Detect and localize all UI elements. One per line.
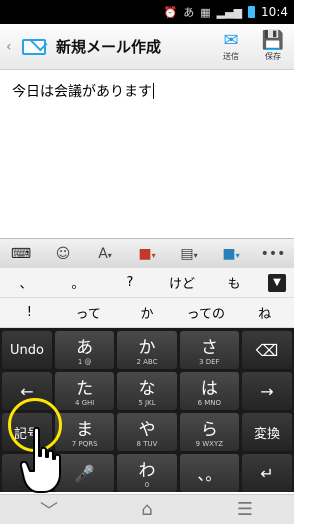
pointing-hand-icon: [20, 426, 61, 493]
enter-icon: ↵: [260, 463, 274, 483]
signal-icon: ▂▄▆: [216, 5, 243, 19]
status-bar: ⏰ あ ▦ ▂▄▆ 10:4: [0, 0, 294, 24]
keyboard-row-1: Undo あ1 @ か2 ABC さ3 DEF ⌫: [2, 331, 292, 369]
chevron-down-icon: ▼: [268, 273, 286, 292]
mail-body-editor[interactable]: 今日は会議があります: [0, 71, 294, 234]
emoji-icon[interactable]: ☺: [44, 246, 82, 262]
back-icon[interactable]: ﹀: [19, 497, 79, 523]
key-na[interactable]: な5 JKL: [117, 372, 177, 410]
key-ta[interactable]: た4 GHI: [55, 372, 115, 410]
keyboard-icon[interactable]: ⌨: [2, 246, 40, 262]
cursor-right-key[interactable]: →: [241, 372, 292, 410]
battery-icon: [248, 6, 256, 18]
text-caret: [153, 83, 154, 99]
microphone-icon: 🎤: [74, 463, 95, 483]
candidate-bar: 、 。 ? けど も ▼ ! って か っての ね: [0, 268, 294, 328]
back-chevron-icon[interactable]: ‹: [6, 39, 18, 55]
expand-candidates-button[interactable]: ▼: [260, 273, 294, 292]
key-a[interactable]: あ1 @: [55, 331, 115, 369]
key-sa[interactable]: さ3 DEF: [179, 331, 239, 369]
save-button[interactable]: 💾 保存: [252, 26, 294, 68]
backspace-key[interactable]: ⌫: [241, 331, 292, 369]
send-button[interactable]: ✉ 送信: [210, 26, 252, 68]
backspace-icon: ⌫: [255, 340, 279, 360]
punctuation-key[interactable]: 、。: [179, 454, 239, 492]
save-label: 保存: [265, 52, 281, 61]
notification-icon: ▦: [200, 5, 211, 19]
candidate-row-2: ! って か っての ね: [0, 298, 294, 328]
status-time: 10:4: [261, 5, 288, 19]
enter-key[interactable]: ↵: [241, 454, 292, 492]
template-icon[interactable]: ▤▾: [170, 246, 208, 262]
page-title: 新規メール作成: [56, 38, 162, 56]
candidate-item[interactable]: も: [208, 273, 260, 292]
key-ha[interactable]: は6 MNO: [179, 372, 239, 410]
key-wa[interactable]: わ0: [117, 454, 177, 492]
candidate-item[interactable]: !: [0, 305, 59, 320]
convert-key[interactable]: 変換: [241, 413, 292, 451]
home-icon[interactable]: ⌂: [117, 499, 177, 520]
candidate-item[interactable]: ?: [104, 275, 156, 290]
ime-toolbar: ⌨ ☺ A▾ ■▾ ▤▾ ■▾ •••: [0, 238, 294, 268]
arrow-right-icon: →: [260, 381, 274, 401]
decoration-icon[interactable]: ■▾: [212, 246, 250, 262]
system-nav-bar: ﹀ ⌂ ☰: [0, 494, 294, 524]
send-label: 送信: [223, 52, 239, 61]
candidate-row-1: 、 。 ? けど も ▼: [0, 268, 294, 298]
mail-body-text[interactable]: 今日は会議があります: [12, 84, 152, 100]
save-icon: 💾: [261, 30, 285, 51]
alarm-icon: ⏰: [163, 5, 178, 19]
candidate-item[interactable]: か: [118, 303, 177, 322]
key-ra[interactable]: ら9 WXYZ: [179, 413, 239, 451]
candidate-item[interactable]: ね: [235, 303, 294, 322]
candidate-item[interactable]: って: [59, 303, 118, 322]
send-icon: ✉: [223, 30, 239, 51]
candidate-item[interactable]: 。: [52, 273, 104, 292]
candidate-item[interactable]: っての: [176, 303, 235, 322]
menu-icon[interactable]: ☰: [215, 499, 275, 520]
app-bar: ‹ 新規メール作成 ✉ 送信 💾 保存: [0, 24, 294, 70]
key-ka[interactable]: か2 ABC: [117, 331, 177, 369]
text-color-icon[interactable]: ■▾: [128, 246, 166, 262]
more-icon[interactable]: •••: [254, 246, 292, 262]
ime-indicator: あ: [183, 6, 195, 19]
font-size-icon[interactable]: A▾: [86, 246, 124, 262]
key-ya[interactable]: や8 TUV: [117, 413, 177, 451]
candidate-item[interactable]: 、: [0, 273, 52, 292]
candidate-item[interactable]: けど: [156, 273, 208, 292]
undo-key[interactable]: Undo: [2, 331, 52, 369]
mail-app-icon[interactable]: [20, 36, 48, 58]
